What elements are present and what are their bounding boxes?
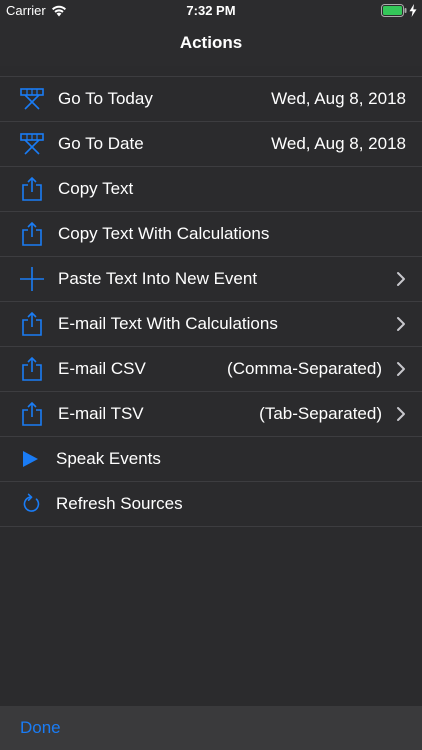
- chevron-right-icon: [397, 317, 405, 331]
- action-copy-text-with-calculations[interactable]: Copy Text With Calculations: [0, 212, 422, 257]
- actions-list: Go To Today Wed, Aug 8, 2018 Go To Date …: [0, 76, 422, 527]
- chevron-right-icon: [397, 362, 405, 376]
- action-email-csv[interactable]: E-mail CSV (Comma-Separated): [0, 347, 422, 392]
- plus-icon: [20, 267, 44, 291]
- status-bar: Carrier 7:32 PM: [0, 0, 422, 22]
- action-detail: Wed, Aug 8, 2018: [271, 134, 406, 153]
- action-detail: (Tab-Separated): [259, 404, 382, 423]
- action-refresh-sources[interactable]: Refresh Sources: [0, 482, 422, 527]
- action-label: Speak Events: [56, 449, 161, 468]
- calendar-easel-icon: [20, 133, 44, 155]
- action-go-to-date[interactable]: Go To Date Wed, Aug 8, 2018: [0, 122, 422, 167]
- battery-icon: [381, 4, 407, 17]
- action-go-to-today[interactable]: Go To Today Wed, Aug 8, 2018: [0, 77, 422, 122]
- page-title: Actions: [179, 33, 243, 52]
- action-label: E-mail CSV: [58, 359, 146, 378]
- action-label: E-mail Text With Calculations: [58, 314, 278, 333]
- action-label: Copy Text: [58, 179, 134, 198]
- share-icon: [22, 356, 42, 381]
- refresh-icon: [23, 493, 40, 512]
- share-icon: [22, 176, 42, 201]
- play-icon: [23, 451, 38, 467]
- share-icon: [22, 401, 42, 426]
- action-paste-text-into-new-event[interactable]: Paste Text Into New Event: [0, 257, 422, 302]
- action-speak-events[interactable]: Speak Events: [0, 437, 422, 482]
- action-email-text-with-calculations[interactable]: E-mail Text With Calculations: [0, 302, 422, 347]
- action-label: Refresh Sources: [56, 494, 183, 513]
- action-detail: (Comma-Separated): [227, 359, 382, 378]
- share-icon: [22, 221, 42, 246]
- action-detail: Wed, Aug 8, 2018: [271, 89, 406, 108]
- action-label: E-mail TSV: [58, 404, 144, 423]
- bottom-toolbar: Done: [0, 706, 422, 750]
- action-label: Go To Date: [58, 134, 144, 153]
- calendar-easel-icon: [20, 88, 44, 110]
- status-time: 7:32 PM: [186, 3, 236, 18]
- navigation-bar: Actions: [0, 22, 422, 66]
- action-label: Go To Today: [58, 89, 153, 108]
- charging-bolt-icon: [409, 4, 417, 17]
- action-email-tsv[interactable]: E-mail TSV (Tab-Separated): [0, 392, 422, 437]
- action-copy-text[interactable]: Copy Text: [0, 167, 422, 212]
- action-label: Copy Text With Calculations: [58, 224, 270, 243]
- chevron-right-icon: [397, 272, 405, 286]
- share-icon: [22, 311, 42, 336]
- chevron-right-icon: [397, 407, 405, 421]
- done-button[interactable]: Done: [20, 718, 61, 738]
- action-label: Paste Text Into New Event: [58, 269, 258, 288]
